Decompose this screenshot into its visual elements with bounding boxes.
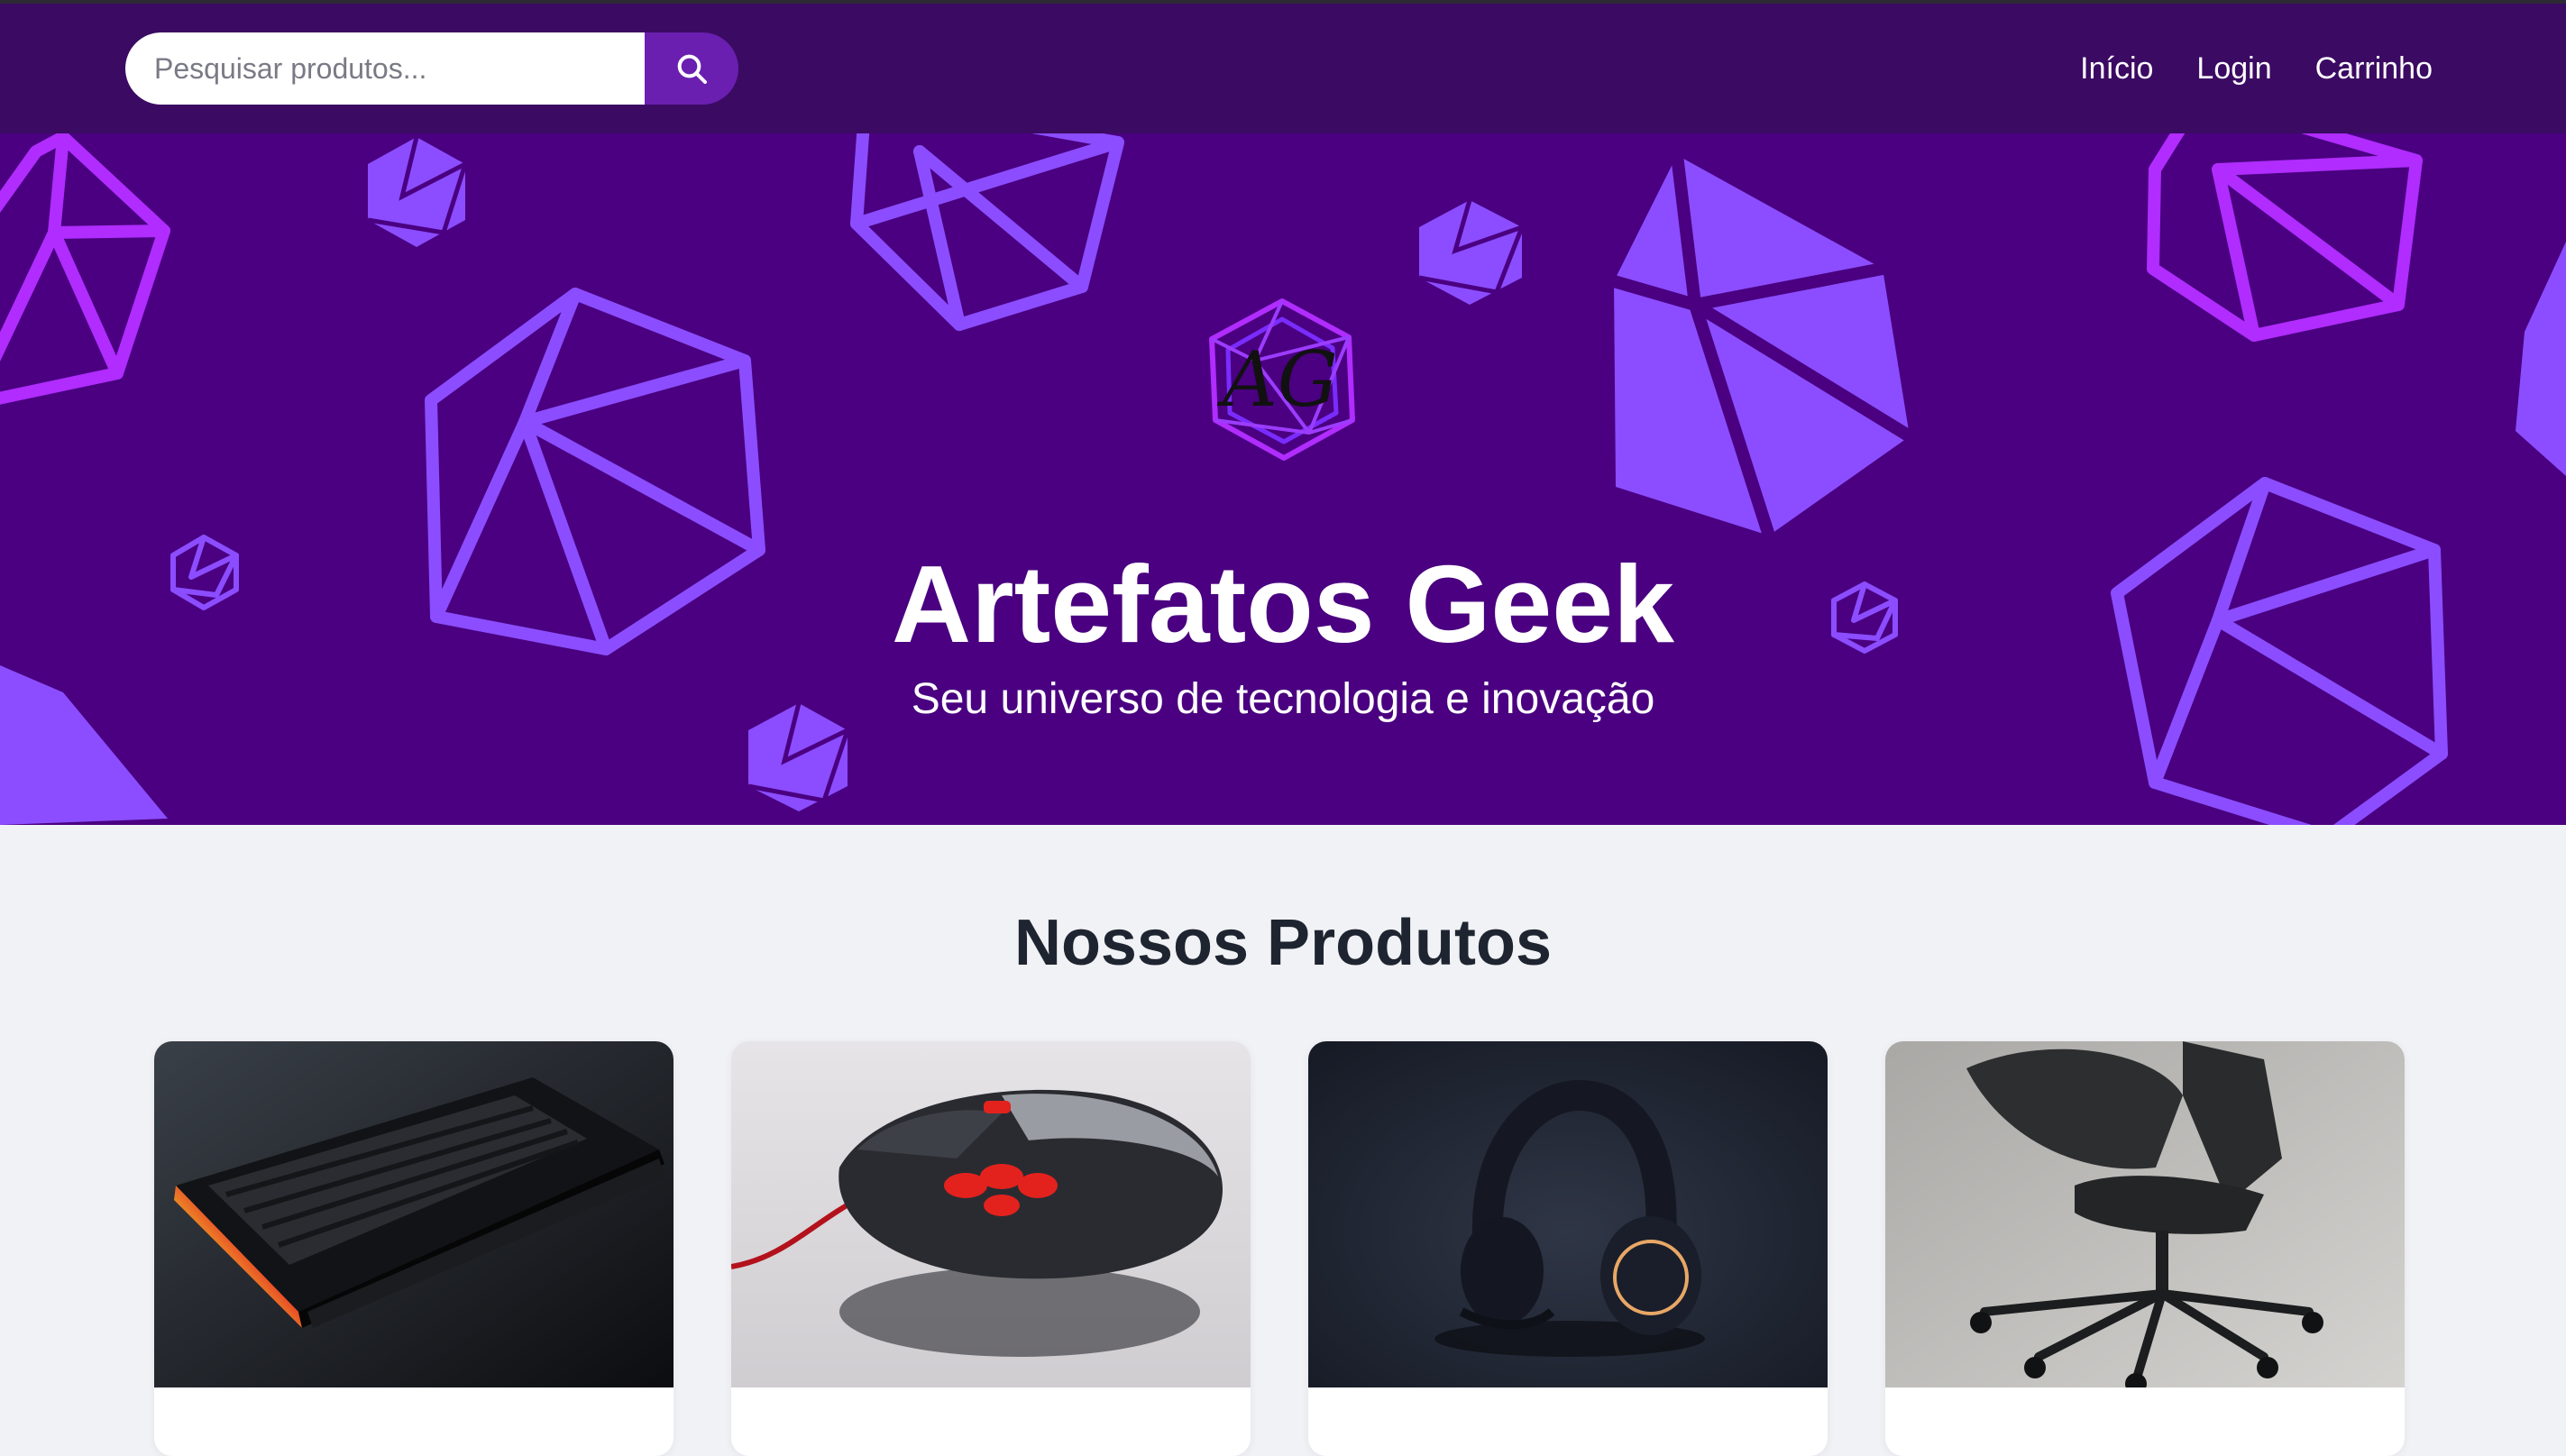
nav-link-inicio[interactable]: Início [2080,51,2153,87]
nav-link-login[interactable]: Login [2196,51,2271,87]
brand-logo[interactable]: AG [1201,298,1363,462]
search-button[interactable] [645,32,738,105]
product-card[interactable] [1308,1041,1828,1456]
product-image-mouse[interactable] [731,1041,1251,1387]
product-image-chair[interactable] [1885,1041,2405,1387]
product-card[interactable] [154,1041,674,1456]
hero-banner: AG Artefatos Geek Seu universo de tecnol… [0,133,2566,825]
search-bar [125,32,738,105]
product-image-headset[interactable] [1308,1041,1828,1387]
product-card[interactable] [731,1041,1251,1456]
nav-link-carrinho[interactable]: Carrinho [2315,51,2433,87]
search-input[interactable] [125,32,645,105]
office-chair-photo-icon [1885,1041,2405,1387]
main-nav: Início Login Carrinho [2080,4,2433,133]
headset-photo-icon [1308,1041,1828,1387]
product-card[interactable] [1885,1041,2405,1456]
keyboard-photo-icon [154,1041,674,1387]
mouse-photo-icon [731,1041,1251,1387]
site-header: Início Login Carrinho [0,4,2566,133]
hero-title: Artefatos Geek [892,543,1674,665]
product-image-keyboard[interactable] [154,1041,674,1387]
hero-subtitle: Seu universo de tecnologia e inovação [911,675,1655,723]
d20-logo-icon: AG [1209,298,1355,461]
products-section-title: Nossos Produtos [1013,907,1553,979]
search-icon [677,54,707,84]
logo-text: AG [1216,335,1338,424]
